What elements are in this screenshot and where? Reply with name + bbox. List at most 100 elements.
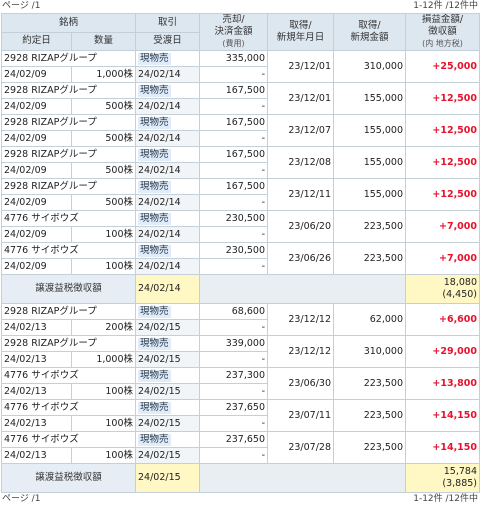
trade-type-cell: 現物売 [135,303,201,320]
cost-amount: - [199,66,269,83]
tax-date: 24/02/14 [135,274,201,304]
stock-name[interactable]: 2928 RIZAPグループ [0,82,137,99]
table-body: 2928 RIZAPグループ 現物売 335,000 23/12/01 310,000 +… [0,50,480,493]
quantity: 500株 [70,162,137,179]
quantity: 500株 [70,130,137,147]
profit-loss: +12,500 [405,82,480,115]
quantity: 100株 [70,415,137,432]
quantity: 1,000株 [70,351,137,368]
header-pl-line2: 徴収額 [428,26,457,37]
trade-type-cell: 現物売 [135,114,201,131]
sale-amount: 167,500 [199,82,269,99]
trade-type-cell: 現物売 [135,50,201,67]
stock-name[interactable]: 4776 サイボウズ [0,242,137,259]
tax-local: (3,885) [442,478,478,489]
delivery-date: 24/02/14 [135,258,201,275]
header-row-1: 銘柄 取引 売却/ 決済金額 (費用) 取得/ 新規年月日 取得/ 新規金額 損… [0,13,480,51]
tax-label: 譲渡益税徴収額 [0,274,137,304]
tax-row: 譲渡益税徴収額 24/02/14 18,080 (4,450) [0,274,480,304]
tax-amount: 18,080 [443,277,478,288]
tax-spacer [199,274,407,304]
stock-name[interactable]: 2928 RIZAPグループ [0,114,137,131]
contract-date: 24/02/13 [1,351,72,368]
quantity: 500株 [70,194,137,211]
profit-loss: +14,150 [405,399,480,432]
delivery-date: 24/02/14 [135,162,201,179]
trade-type-cell: 現物売 [135,399,201,416]
sale-amount: 335,000 [199,50,269,67]
header-quantity[interactable]: 数量 [70,31,137,51]
quantity: 100株 [70,258,137,275]
profit-loss: +7,000 [405,242,480,275]
trade-type-cell: 現物売 [135,82,201,99]
cost-amount: - [199,98,269,115]
profit-loss: +7,000 [405,210,480,243]
contract-date: 24/02/13 [1,415,72,432]
contract-date: 24/02/13 [1,319,72,336]
header-acq-date[interactable]: 取得/ 新規年月日 [267,13,335,51]
header-sale[interactable]: 売却/ 決済金額 (費用) [199,13,269,51]
sale-amount: 68,600 [199,303,269,320]
cost-amount: - [199,351,269,368]
stock-name[interactable]: 2928 RIZAPグループ [0,50,137,67]
header-trade[interactable]: 取引 [135,13,201,33]
header-stock[interactable]: 銘柄 [0,13,137,33]
contract-date: 24/02/09 [1,194,72,211]
page-label: ページ /1 [2,1,41,11]
header-sale-note: (費用) [222,39,245,48]
stock-name[interactable]: 2928 RIZAPグループ [0,178,137,195]
contract-date: 24/02/13 [1,383,72,400]
stock-name[interactable]: 4776 サイボウズ [0,210,137,227]
stock-name[interactable]: 2928 RIZAPグループ [0,146,137,163]
header-delivery-date[interactable]: 受渡日 [135,31,201,51]
stock-name[interactable]: 4776 サイボウズ [0,399,137,416]
trade-type-badge: 現物売 [138,433,171,446]
trade-row: 2928 RIZAPグループ 現物売 68,600 23/12/12 62,000 +6,… [0,303,480,336]
trade-type-cell: 現物売 [135,210,201,227]
stock-name[interactable]: 2928 RIZAPグループ [0,335,137,352]
sale-amount: 237,650 [199,431,269,448]
delivery-date: 24/02/14 [135,226,201,243]
stock-name[interactable]: 4776 サイボウズ [0,431,137,448]
acq-amount: 310,000 [333,335,407,368]
delivery-date: 24/02/14 [135,66,201,83]
sale-amount: 230,500 [199,242,269,259]
header-contract-date[interactable]: 約定日 [1,31,72,51]
range-label: 1-12件 /12件中 [413,1,478,11]
cost-amount: - [199,447,269,464]
cost-amount: - [199,258,269,275]
acq-date: 23/06/20 [267,210,335,243]
trade-type-cell: 現物売 [135,146,201,163]
stock-name[interactable]: 4776 サイボウズ [0,367,137,384]
trade-row: 4776 サイボウズ 現物売 230,500 23/06/20 223,500 +7,00… [0,210,480,243]
delivery-date: 24/02/15 [135,319,201,336]
trade-type-badge: 現物売 [138,116,171,129]
header-acq-amount-line2: 新規金額 [350,32,389,43]
header-pl[interactable]: 損益金額/ 徴収額 (内 地方税) [405,13,480,51]
acq-amount: 223,500 [333,399,407,432]
quantity: 1,000株 [70,66,137,83]
header-pl-note: (内 地方税) [422,39,463,48]
trade-row: 2928 RIZAPグループ 現物売 167,500 23/12/11 155,000 +… [0,178,480,211]
acq-date: 23/12/12 [267,303,335,336]
quantity: 500株 [70,98,137,115]
trade-type-cell: 現物売 [135,431,201,448]
cost-amount: - [199,415,269,432]
sale-amount: 237,300 [199,367,269,384]
trade-type-cell: 現物売 [135,367,201,384]
trade-type-badge: 現物売 [138,401,171,414]
header-sale-line2: 決済金額 [214,26,253,37]
acq-amount: 155,000 [333,114,407,147]
contract-date: 24/02/09 [1,66,72,83]
header-acq-amount[interactable]: 取得/ 新規金額 [333,13,407,51]
trade-row: 4776 サイボウズ 現物売 237,650 23/07/11 223,500 +14,1… [0,399,480,432]
quantity: 200株 [70,319,137,336]
header-acq-date-line2: 新規年月日 [276,32,325,43]
profit-loss: +13,800 [405,367,480,400]
acq-date: 23/12/01 [267,50,335,83]
profit-loss: +25,000 [405,50,480,83]
trade-row: 2928 RIZAPグループ 現物売 167,500 23/12/08 155,000 +… [0,146,480,179]
trade-type-cell: 現物売 [135,178,201,195]
stock-name[interactable]: 2928 RIZAPグループ [0,303,137,320]
trade-row: 2928 RIZAPグループ 現物売 339,000 23/12/12 310,000 +… [0,335,480,368]
